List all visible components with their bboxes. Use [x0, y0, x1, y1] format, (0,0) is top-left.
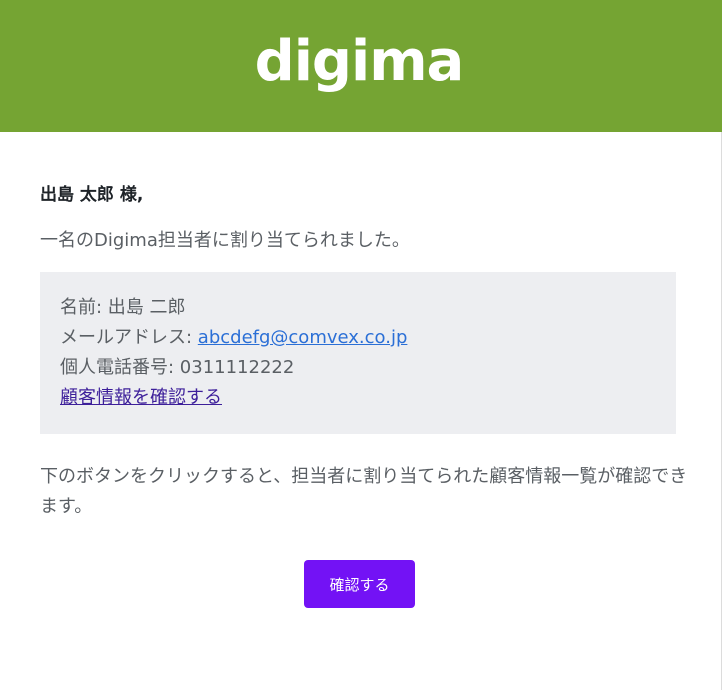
intro-text: 一名のDigima担当者に割り当てられました。	[40, 230, 410, 251]
instruction-text: 下のボタンをクリックすると、担当者に割り当てられた顧客情報一覧が確認できます。	[40, 466, 688, 517]
phone-value: 0311112222	[179, 357, 295, 378]
email-frame: digima 出島 太郎 様, 一名のDigima担当者に割り当てられました。 …	[0, 0, 722, 690]
customer-detail-row: 顧客情報を確認する	[60, 383, 656, 413]
assignee-info-box: 名前: 出島 二郎 メールアドレス: abcdefg@comvex.co.jp …	[40, 272, 676, 434]
email-header: digima	[0, 0, 722, 132]
email-label: メールアドレス:	[60, 327, 198, 348]
name-label: 名前:	[60, 297, 108, 318]
greeting-text: 出島 太郎 様,	[40, 185, 144, 205]
confirm-button[interactable]: 確認する	[304, 560, 415, 608]
assignee-email-row: メールアドレス: abcdefg@comvex.co.jp	[60, 323, 656, 353]
name-value: 出島 二郎	[107, 297, 186, 318]
assignee-phone-row: 個人電話番号: 0311112222	[60, 353, 656, 383]
email-link[interactable]: abcdefg@comvex.co.jp	[198, 327, 408, 348]
assignee-name-row: 名前: 出島 二郎	[60, 293, 656, 323]
phone-label: 個人電話番号:	[60, 357, 180, 378]
digima-logo: digima	[254, 29, 465, 94]
customer-info-link[interactable]: 顧客情報を確認する	[60, 387, 222, 408]
